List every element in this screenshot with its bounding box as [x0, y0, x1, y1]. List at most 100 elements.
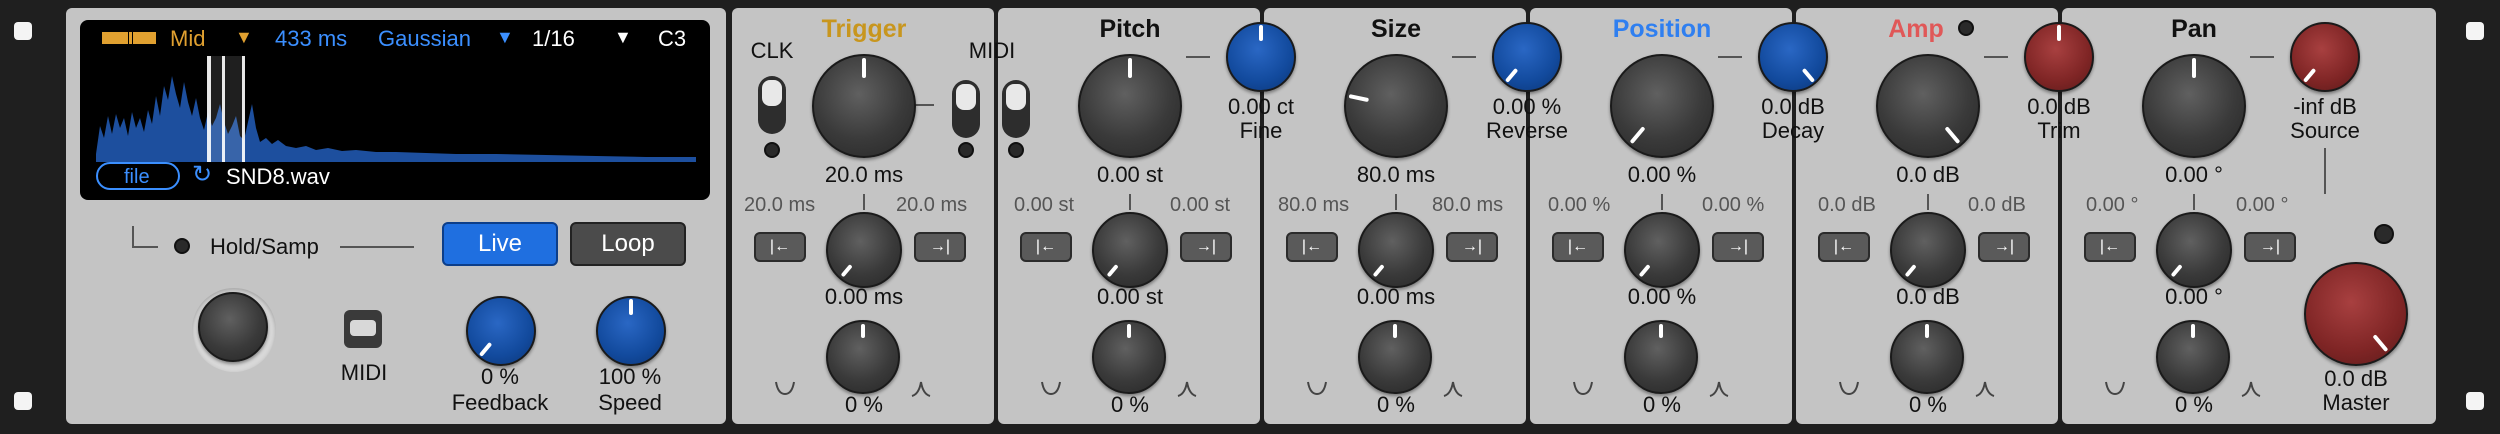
position-mod-knob[interactable] [1624, 212, 1700, 288]
pitch-range-max: 0.00 st [1170, 194, 1231, 216]
trim-knob[interactable] [2024, 22, 2094, 92]
pan-arrow-right-icon[interactable]: →| [2244, 232, 2296, 262]
pitch-mod-knob[interactable] [1092, 212, 1168, 288]
size-connector [1452, 56, 1476, 58]
hold-connector-line [132, 226, 134, 248]
curve-up-icon[interactable] [2240, 380, 2262, 398]
pitch-knob[interactable] [1078, 54, 1182, 158]
position-range-max: 0.00 % [1702, 194, 1765, 216]
pan-arrow-left-icon[interactable]: |← [2084, 232, 2136, 262]
curve-down-icon[interactable] [2104, 380, 2126, 398]
pan-knob[interactable] [2142, 54, 2246, 158]
speed-knob[interactable] [596, 296, 666, 366]
position-arrow-right-icon[interactable]: →| [1712, 232, 1764, 262]
curve-down-icon[interactable] [1306, 380, 1328, 398]
curve-down-icon[interactable] [1572, 380, 1594, 398]
clk-switch[interactable] [758, 76, 786, 134]
pitch-arrow-right-icon[interactable]: →| [1180, 232, 1232, 262]
pan-range-min: 0.00 ° [2086, 194, 2139, 216]
curve-up-icon[interactable] [1176, 380, 1198, 398]
amp-amount-knob[interactable] [1890, 320, 1964, 394]
midi-switch-label: MIDI [968, 38, 1016, 63]
amp-arrow-left-icon[interactable]: |← [1818, 232, 1870, 262]
curve-down-icon[interactable] [774, 380, 796, 398]
amp-mod-knob[interactable] [1890, 212, 1966, 288]
reverse-knob[interactable] [1492, 22, 1562, 92]
refresh-icon[interactable]: ↻ [192, 162, 212, 188]
hold-connector-line [132, 246, 158, 248]
curve-up-icon[interactable] [1442, 380, 1464, 398]
midi-button[interactable] [344, 310, 382, 348]
source-knob[interactable] [2290, 22, 2360, 92]
fine-label: Fine [1239, 118, 1283, 143]
master-label: Master [2322, 390, 2390, 415]
hold-indicator[interactable] [174, 238, 190, 254]
decay-knob[interactable] [1758, 22, 1828, 92]
pan-bottom-value: 0 % [2175, 392, 2213, 417]
size-value: 80.0 ms [1356, 162, 1436, 187]
trigger-knob[interactable] [812, 54, 916, 158]
fine-value: 0.00 ct [1227, 94, 1295, 119]
mode-value[interactable]: Mid [170, 26, 205, 52]
trigger-mod-knob[interactable] [826, 212, 902, 288]
window-value[interactable]: Gaussian [378, 26, 471, 52]
trigger-range-max: 20.0 ms [896, 194, 968, 216]
loop-button[interactable]: Loop [570, 222, 686, 266]
mode-dropdown-icon[interactable]: ▼ [235, 24, 253, 50]
pitch-title: Pitch [1099, 15, 1161, 43]
curve-up-icon[interactable] [1974, 380, 1996, 398]
size-range-max: 80.0 ms [1432, 194, 1504, 216]
division-dropdown-icon[interactable]: ▼ [614, 24, 632, 50]
size-arrow-left-icon[interactable]: |← [1286, 232, 1338, 262]
pan-amount-knob[interactable] [2156, 320, 2230, 394]
note-value[interactable]: C3 [658, 26, 686, 52]
position-tick [1661, 194, 1663, 210]
file-button[interactable]: file [96, 162, 180, 190]
size-mod-knob[interactable] [1358, 212, 1434, 288]
position-amount-knob[interactable] [1624, 320, 1698, 394]
size-arrow-right-icon[interactable]: →| [1446, 232, 1498, 262]
amp-title: Amp [1888, 15, 1944, 43]
position-knob[interactable] [1610, 54, 1714, 158]
waveform-display[interactable]: Mid ▼ 433 ms Gaussian ▼ 1/16 ▼ C3 file ↻… [80, 20, 710, 200]
amp-bottom-value: 0 % [1909, 392, 1947, 417]
rack-device: Mid ▼ 433 ms Gaussian ▼ 1/16 ▼ C3 file ↻… [0, 0, 2500, 434]
curve-down-icon[interactable] [1838, 380, 1860, 398]
curve-up-icon[interactable] [910, 380, 932, 398]
trigger-range-min: 20.0 ms [744, 194, 816, 216]
waveform[interactable] [96, 56, 696, 162]
size-bottom-value: 0 % [1377, 392, 1415, 417]
time-value[interactable]: 433 ms [275, 26, 347, 52]
live-button[interactable]: Live [442, 222, 558, 266]
window-dropdown-icon[interactable]: ▼ [496, 24, 514, 50]
size-knob[interactable] [1344, 54, 1448, 158]
pitch-tick [1129, 194, 1131, 210]
amp-led [1958, 20, 1974, 36]
hold-knob[interactable] [198, 292, 268, 362]
amp-knob[interactable] [1876, 54, 1980, 158]
amp-arrow-right-icon[interactable]: →| [1978, 232, 2030, 262]
feedback-knob[interactable] [466, 296, 536, 366]
midi-switch-2[interactable] [1002, 80, 1030, 138]
trigger-amount-knob[interactable] [826, 320, 900, 394]
curve-up-icon[interactable] [1708, 380, 1730, 398]
position-arrow-left-icon[interactable]: |← [1552, 232, 1604, 262]
pitch-value: 0.00 st [1096, 162, 1164, 187]
pitch-amount-knob[interactable] [1092, 320, 1166, 394]
trigger-bottom-value: 0 % [845, 392, 883, 417]
curve-down-icon[interactable] [1040, 380, 1062, 398]
size-amount-knob[interactable] [1358, 320, 1432, 394]
midi-switch-1[interactable] [952, 80, 980, 138]
pan-mod-knob[interactable] [2156, 212, 2232, 288]
pitch-bottom-value: 0 % [1111, 392, 1149, 417]
pitch-arrow-left-icon[interactable]: |← [1020, 232, 1072, 262]
pan-connector [2250, 56, 2274, 58]
master-knob[interactable] [2304, 262, 2408, 366]
source-value: -inf dB [2293, 94, 2357, 119]
rack-screw-top-left [14, 22, 32, 40]
trigger-title: Trigger [821, 15, 907, 43]
fine-knob[interactable] [1226, 22, 1296, 92]
trigger-arrow-left-icon[interactable]: |← [754, 232, 806, 262]
division-value[interactable]: 1/16 [532, 26, 575, 52]
trigger-arrow-right-icon[interactable]: →| [914, 232, 966, 262]
